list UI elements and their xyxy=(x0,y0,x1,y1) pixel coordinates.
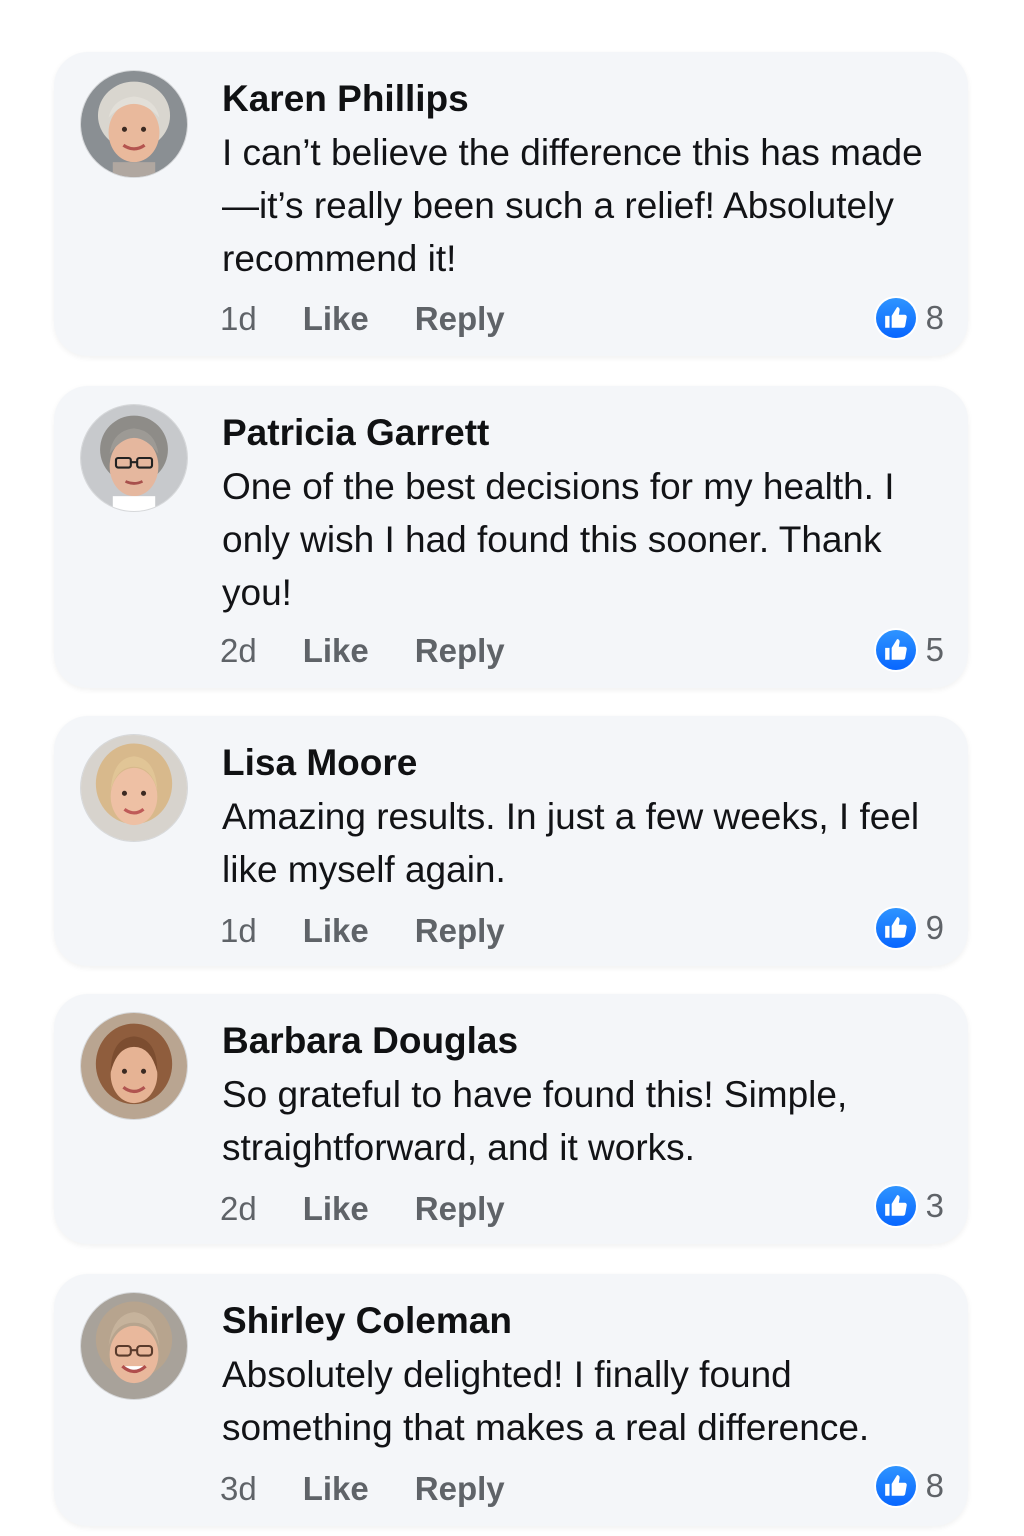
reaction-count: 8 xyxy=(925,1467,944,1504)
avatar[interactable] xyxy=(80,1292,188,1400)
reply-button[interactable]: Reply xyxy=(415,1190,505,1228)
thumbs-up-icon xyxy=(875,298,916,338)
reply-button[interactable]: Reply xyxy=(415,1470,505,1508)
comment-author[interactable]: Lisa Moore xyxy=(222,742,417,784)
reaction-count: 9 xyxy=(925,909,944,946)
avatar[interactable] xyxy=(80,734,188,842)
avatar[interactable] xyxy=(80,404,188,512)
comment-timestamp: 2d xyxy=(220,632,257,669)
reply-button[interactable]: Reply xyxy=(415,300,505,338)
comment-author[interactable]: Shirley Coleman xyxy=(222,1300,512,1342)
comment-author[interactable]: Patricia Garrett xyxy=(222,412,489,454)
comment-text: So grateful to have found this! Simple, … xyxy=(222,1074,848,1168)
comment-timestamp: 3d xyxy=(220,1470,257,1507)
comment-author[interactable]: Karen Phillips xyxy=(222,78,469,120)
thumbs-up-icon xyxy=(875,630,916,670)
avatar[interactable] xyxy=(80,70,188,178)
reaction-summary[interactable]: 5 xyxy=(875,630,944,670)
like-button[interactable]: Like xyxy=(303,300,369,338)
reaction-count: 3 xyxy=(925,1187,944,1224)
comment-author[interactable]: Barbara Douglas xyxy=(222,1020,518,1062)
comment-actions: 3d Like Reply xyxy=(220,1470,505,1508)
comment-card: Patricia Garrett One of the best decisio… xyxy=(54,386,968,688)
comment-text: Absolutely delighted! I finally found so… xyxy=(222,1354,870,1448)
reaction-summary[interactable]: 3 xyxy=(875,1186,944,1226)
like-button[interactable]: Like xyxy=(303,1470,369,1508)
comment-text: I can’t believe the difference this has … xyxy=(222,132,923,279)
comment-actions: 1d Like Reply xyxy=(220,912,505,950)
like-button[interactable]: Like xyxy=(303,912,369,950)
reply-button[interactable]: Reply xyxy=(415,912,505,950)
comment-text: One of the best decisions for my health.… xyxy=(222,466,895,613)
comment-card: Karen Phillips I can’t believe the diffe… xyxy=(54,52,968,356)
comment-actions: 2d Like Reply xyxy=(220,1190,505,1228)
comment-timestamp: 1d xyxy=(220,912,257,949)
comment-card: Shirley Coleman Absolutely delighted! I … xyxy=(54,1274,968,1526)
comment-card: Barbara Douglas So grateful to have foun… xyxy=(54,994,968,1244)
thumbs-up-icon xyxy=(875,1186,916,1226)
comment-actions: 2d Like Reply xyxy=(220,632,505,670)
comment-actions: 1d Like Reply xyxy=(220,300,505,338)
reaction-count: 5 xyxy=(925,631,944,668)
comment-card: Lisa Moore Amazing results. In just a fe… xyxy=(54,716,968,966)
avatar[interactable] xyxy=(80,1012,188,1120)
reaction-summary[interactable]: 9 xyxy=(875,908,944,948)
comment-timestamp: 1d xyxy=(220,300,257,337)
reaction-summary[interactable]: 8 xyxy=(875,1466,944,1506)
thumbs-up-icon xyxy=(875,1466,916,1506)
like-button[interactable]: Like xyxy=(303,632,369,670)
reaction-count: 8 xyxy=(925,299,944,336)
reply-button[interactable]: Reply xyxy=(415,632,505,670)
like-button[interactable]: Like xyxy=(303,1190,369,1228)
comment-timestamp: 2d xyxy=(220,1190,257,1227)
comment-text: Amazing results. In just a few weeks, I … xyxy=(222,796,920,890)
thumbs-up-icon xyxy=(875,908,916,948)
reaction-summary[interactable]: 8 xyxy=(875,298,944,338)
